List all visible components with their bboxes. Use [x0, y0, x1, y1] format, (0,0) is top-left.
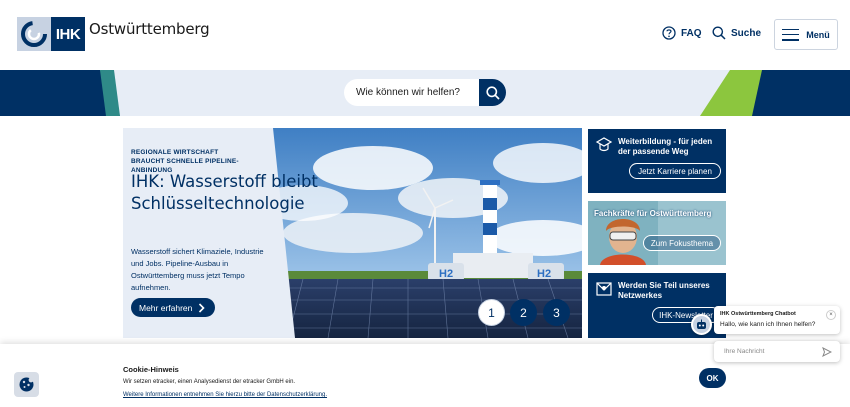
newsletter-icon	[596, 282, 612, 296]
hero-title: IHK: Wasserstoff bleibt Schlüsseltechnol…	[131, 172, 318, 213]
logo-mark: IHK	[17, 17, 85, 51]
hamburger-icon	[782, 28, 800, 41]
chatbot-input-bar	[714, 341, 840, 362]
search-submit-button[interactable]	[479, 79, 506, 106]
chevron-right-icon	[199, 302, 206, 313]
card-fachkraefte[interactable]: Fachkräfte für Ostwürttemberg Zum Fokust…	[588, 201, 726, 265]
faq-link[interactable]: FAQ	[662, 26, 702, 40]
hero-more-label: Mehr erfahren	[139, 302, 193, 313]
band-shape-right	[752, 70, 850, 116]
cookie-icon	[19, 377, 34, 392]
menu-label: Menü	[806, 29, 830, 40]
chatbot-close-icon[interactable]: ×	[826, 310, 836, 320]
swirl-icon	[17, 17, 51, 51]
slide-dot-3[interactable]: 3	[543, 299, 570, 326]
ihk-logo[interactable]: IHK Ostwürttemberg	[17, 17, 210, 51]
chatbot-name: IHK Ostwürttemberg Chatbot	[720, 311, 796, 317]
site-header: IHK Ostwürttemberg FAQ Suche Menü	[0, 0, 850, 70]
career-plan-button[interactable]: Jetzt Karriere planen	[629, 163, 721, 179]
hero-more-button[interactable]: Mehr erfahren	[131, 298, 215, 317]
card-weiterbildung[interactable]: Weiterbildung - für jeden der passende W…	[588, 129, 726, 193]
search-input[interactable]	[344, 79, 479, 106]
search-icon	[712, 26, 726, 40]
search-icon	[485, 85, 500, 100]
cookie-title: Cookie-Hinweis	[123, 365, 179, 374]
menu-button[interactable]: Menü	[774, 19, 838, 50]
search-form	[344, 79, 506, 106]
tank-label-right: H2	[537, 268, 551, 280]
card-title: Werden Sie Teil unseres Netzwerkes	[618, 281, 710, 300]
card-title: Fachkräfte für Ostwürttemberg	[594, 209, 712, 218]
cookie-ok-button[interactable]: OK	[699, 368, 726, 388]
focus-topic-button[interactable]: Zum Fokusthema	[643, 235, 721, 251]
chatbot-bubble[interactable]: IHK Ostwürttemberg Chatbot Hallo, wie ka…	[714, 306, 840, 334]
logo-abbr: IHK	[51, 17, 85, 51]
faq-label: FAQ	[681, 27, 702, 39]
slide-dot-1[interactable]: 1	[478, 299, 505, 326]
chatbot-message: Hallo, wie kann ich Ihnen helfen?	[720, 321, 816, 328]
tank-label-left: H2	[439, 268, 453, 280]
question-circle-icon	[662, 26, 676, 40]
slide-dot-2[interactable]: 2	[510, 299, 537, 326]
search-label: Suche	[731, 27, 762, 39]
send-icon[interactable]	[822, 346, 832, 357]
cookie-text: Wir setzen etracker, einen Analysedienst…	[123, 379, 296, 385]
privacy-policy-link[interactable]: Weitere Informationen entnehmen Sie hier…	[123, 392, 327, 398]
cookie-settings-button[interactable]	[14, 372, 39, 397]
logo-region: Ostwürttemberg	[89, 20, 210, 38]
search-link[interactable]: Suche	[712, 26, 761, 40]
hero-description: Wasserstoff sichert Klimaziele, Industri…	[131, 247, 264, 292]
robot-icon	[697, 319, 706, 329]
chatbot-avatar[interactable]	[691, 314, 712, 335]
card-title: Weiterbildung - für jeden der passende W…	[618, 137, 713, 156]
graduation-icon	[595, 137, 613, 152]
chatbot-input[interactable]	[714, 342, 818, 361]
